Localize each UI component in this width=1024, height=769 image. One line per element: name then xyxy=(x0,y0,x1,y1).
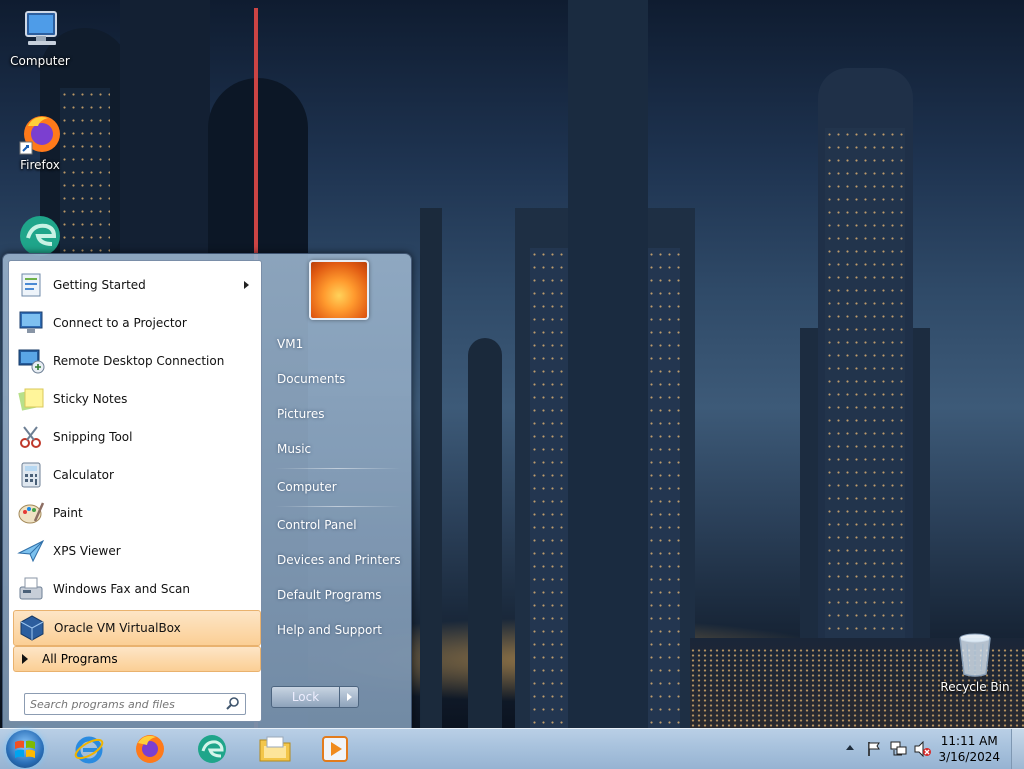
sticky-notes-icon xyxy=(15,383,47,415)
program-sticky-notes[interactable]: Sticky Notes xyxy=(13,382,259,416)
expand-arrow-icon xyxy=(22,654,28,664)
separator xyxy=(275,468,401,469)
show-desktop-button[interactable] xyxy=(1011,729,1024,769)
search-input[interactable] xyxy=(25,696,225,712)
firefox-icon xyxy=(19,116,60,155)
all-programs-label: All Programs xyxy=(42,652,118,666)
taskbar-media-player[interactable] xyxy=(308,731,362,767)
program-paint[interactable]: Paint xyxy=(13,496,259,530)
program-snipping-tool[interactable]: Snipping Tool xyxy=(13,420,259,454)
program-remote-desktop-connection[interactable]: Remote Desktop Connection xyxy=(13,344,259,378)
separator xyxy=(275,506,401,507)
network-icon[interactable] xyxy=(890,741,908,757)
program-calculator[interactable]: Calculator xyxy=(13,458,259,492)
action-center-flag-icon[interactable] xyxy=(866,741,882,757)
link-documents[interactable]: Documents xyxy=(277,372,345,386)
desktop-icon-label: Recycle Bin xyxy=(940,680,1010,694)
desktop-icon-computer[interactable]: Computer xyxy=(0,8,80,68)
remote-desktop-icon xyxy=(15,345,47,377)
search-box[interactable] xyxy=(24,693,246,715)
xps-viewer-icon xyxy=(15,535,47,567)
getting-started-icon xyxy=(15,269,47,301)
program-xps-viewer[interactable]: XPS Viewer xyxy=(13,534,259,568)
program-label: Windows Fax and Scan xyxy=(53,582,191,596)
program-label: Getting Started xyxy=(53,278,146,292)
program-label: Oracle VM VirtualBox xyxy=(54,621,181,635)
shutdown-options-button[interactable] xyxy=(340,687,358,707)
taskbar-firefox[interactable] xyxy=(123,731,177,767)
program-oracle-vm-virtualbox[interactable]: Oracle VM VirtualBox xyxy=(13,610,261,646)
snipping-tool-icon xyxy=(15,421,47,453)
taskbar-file-explorer[interactable] xyxy=(248,731,302,767)
link-vm1[interactable]: VM1 xyxy=(277,337,303,351)
recycle-bin-icon xyxy=(959,633,991,677)
system-clock[interactable]: 11:11 AM 3/16/2024 xyxy=(938,733,1000,765)
submenu-arrow-icon xyxy=(244,281,249,289)
clock-date: 3/16/2024 xyxy=(938,750,1000,764)
program-label: Snipping Tool xyxy=(53,430,133,444)
fax-scan-icon xyxy=(15,573,47,605)
program-label: XPS Viewer xyxy=(53,544,121,558)
computer-icon xyxy=(25,11,57,45)
start-menu-places-pane: VM1 Documents Pictures Music Computer Co… xyxy=(265,254,411,728)
program-label: Sticky Notes xyxy=(53,392,128,406)
link-help-and-support[interactable]: Help and Support xyxy=(277,623,382,637)
wallpaper-tower xyxy=(468,338,502,728)
taskbar-edge[interactable] xyxy=(185,731,239,767)
desktop-icon-edge[interactable] xyxy=(0,212,80,258)
search-icon[interactable] xyxy=(225,696,241,712)
link-default-programs[interactable]: Default Programs xyxy=(277,588,382,602)
edge-icon xyxy=(198,735,226,763)
lock-button-group: Lock xyxy=(271,686,359,708)
start-menu: Getting Started Connect to a Projector R… xyxy=(2,253,412,729)
calculator-icon xyxy=(15,459,47,491)
taskbar-internet-explorer[interactable] xyxy=(62,731,116,767)
internet-explorer-icon xyxy=(74,736,104,764)
program-label: Paint xyxy=(53,506,83,520)
taskbar: 11:11 AM 3/16/2024 xyxy=(0,728,1024,769)
wallpaper-tower xyxy=(568,0,648,728)
link-computer[interactable]: Computer xyxy=(277,480,337,494)
program-connect-to-projector[interactable]: Connect to a Projector xyxy=(13,306,259,340)
paint-icon xyxy=(15,497,47,529)
file-explorer-icon xyxy=(259,736,291,762)
program-label: Remote Desktop Connection xyxy=(53,354,225,368)
desktop-icon-label: Computer xyxy=(10,54,70,68)
virtualbox-icon xyxy=(16,612,48,644)
firefox-icon xyxy=(136,735,164,763)
desktop-icon-label: Firefox xyxy=(20,158,60,172)
link-devices-and-printers[interactable]: Devices and Printers xyxy=(277,553,401,567)
chevron-right-icon xyxy=(346,693,352,701)
program-windows-fax-and-scan[interactable]: Windows Fax and Scan xyxy=(13,572,259,606)
link-control-panel[interactable]: Control Panel xyxy=(277,518,357,532)
projector-icon xyxy=(15,307,47,339)
program-label: Calculator xyxy=(53,468,114,482)
all-programs-button[interactable]: All Programs xyxy=(13,646,261,672)
edge-icon xyxy=(20,216,60,256)
user-avatar[interactable] xyxy=(309,260,369,320)
show-hidden-icon[interactable] xyxy=(846,745,854,750)
clock-time: 11:11 AM xyxy=(940,734,998,748)
start-button[interactable] xyxy=(6,730,44,768)
wallpaper-spire xyxy=(420,208,442,728)
volume-muted-icon[interactable] xyxy=(914,741,932,757)
start-menu-programs-pane: Getting Started Connect to a Projector R… xyxy=(8,260,262,722)
windows-logo-icon xyxy=(15,740,35,758)
lock-button[interactable]: Lock xyxy=(272,687,340,707)
desktop-icon-recycle-bin[interactable]: Recycle Bin xyxy=(935,632,1015,694)
program-label: Connect to a Projector xyxy=(53,316,187,330)
program-getting-started[interactable]: Getting Started xyxy=(13,268,259,302)
desktop-icon-firefox[interactable]: Firefox xyxy=(0,112,80,172)
link-music[interactable]: Music xyxy=(277,442,311,456)
link-pictures[interactable]: Pictures xyxy=(277,407,325,421)
media-player-icon xyxy=(322,736,348,762)
